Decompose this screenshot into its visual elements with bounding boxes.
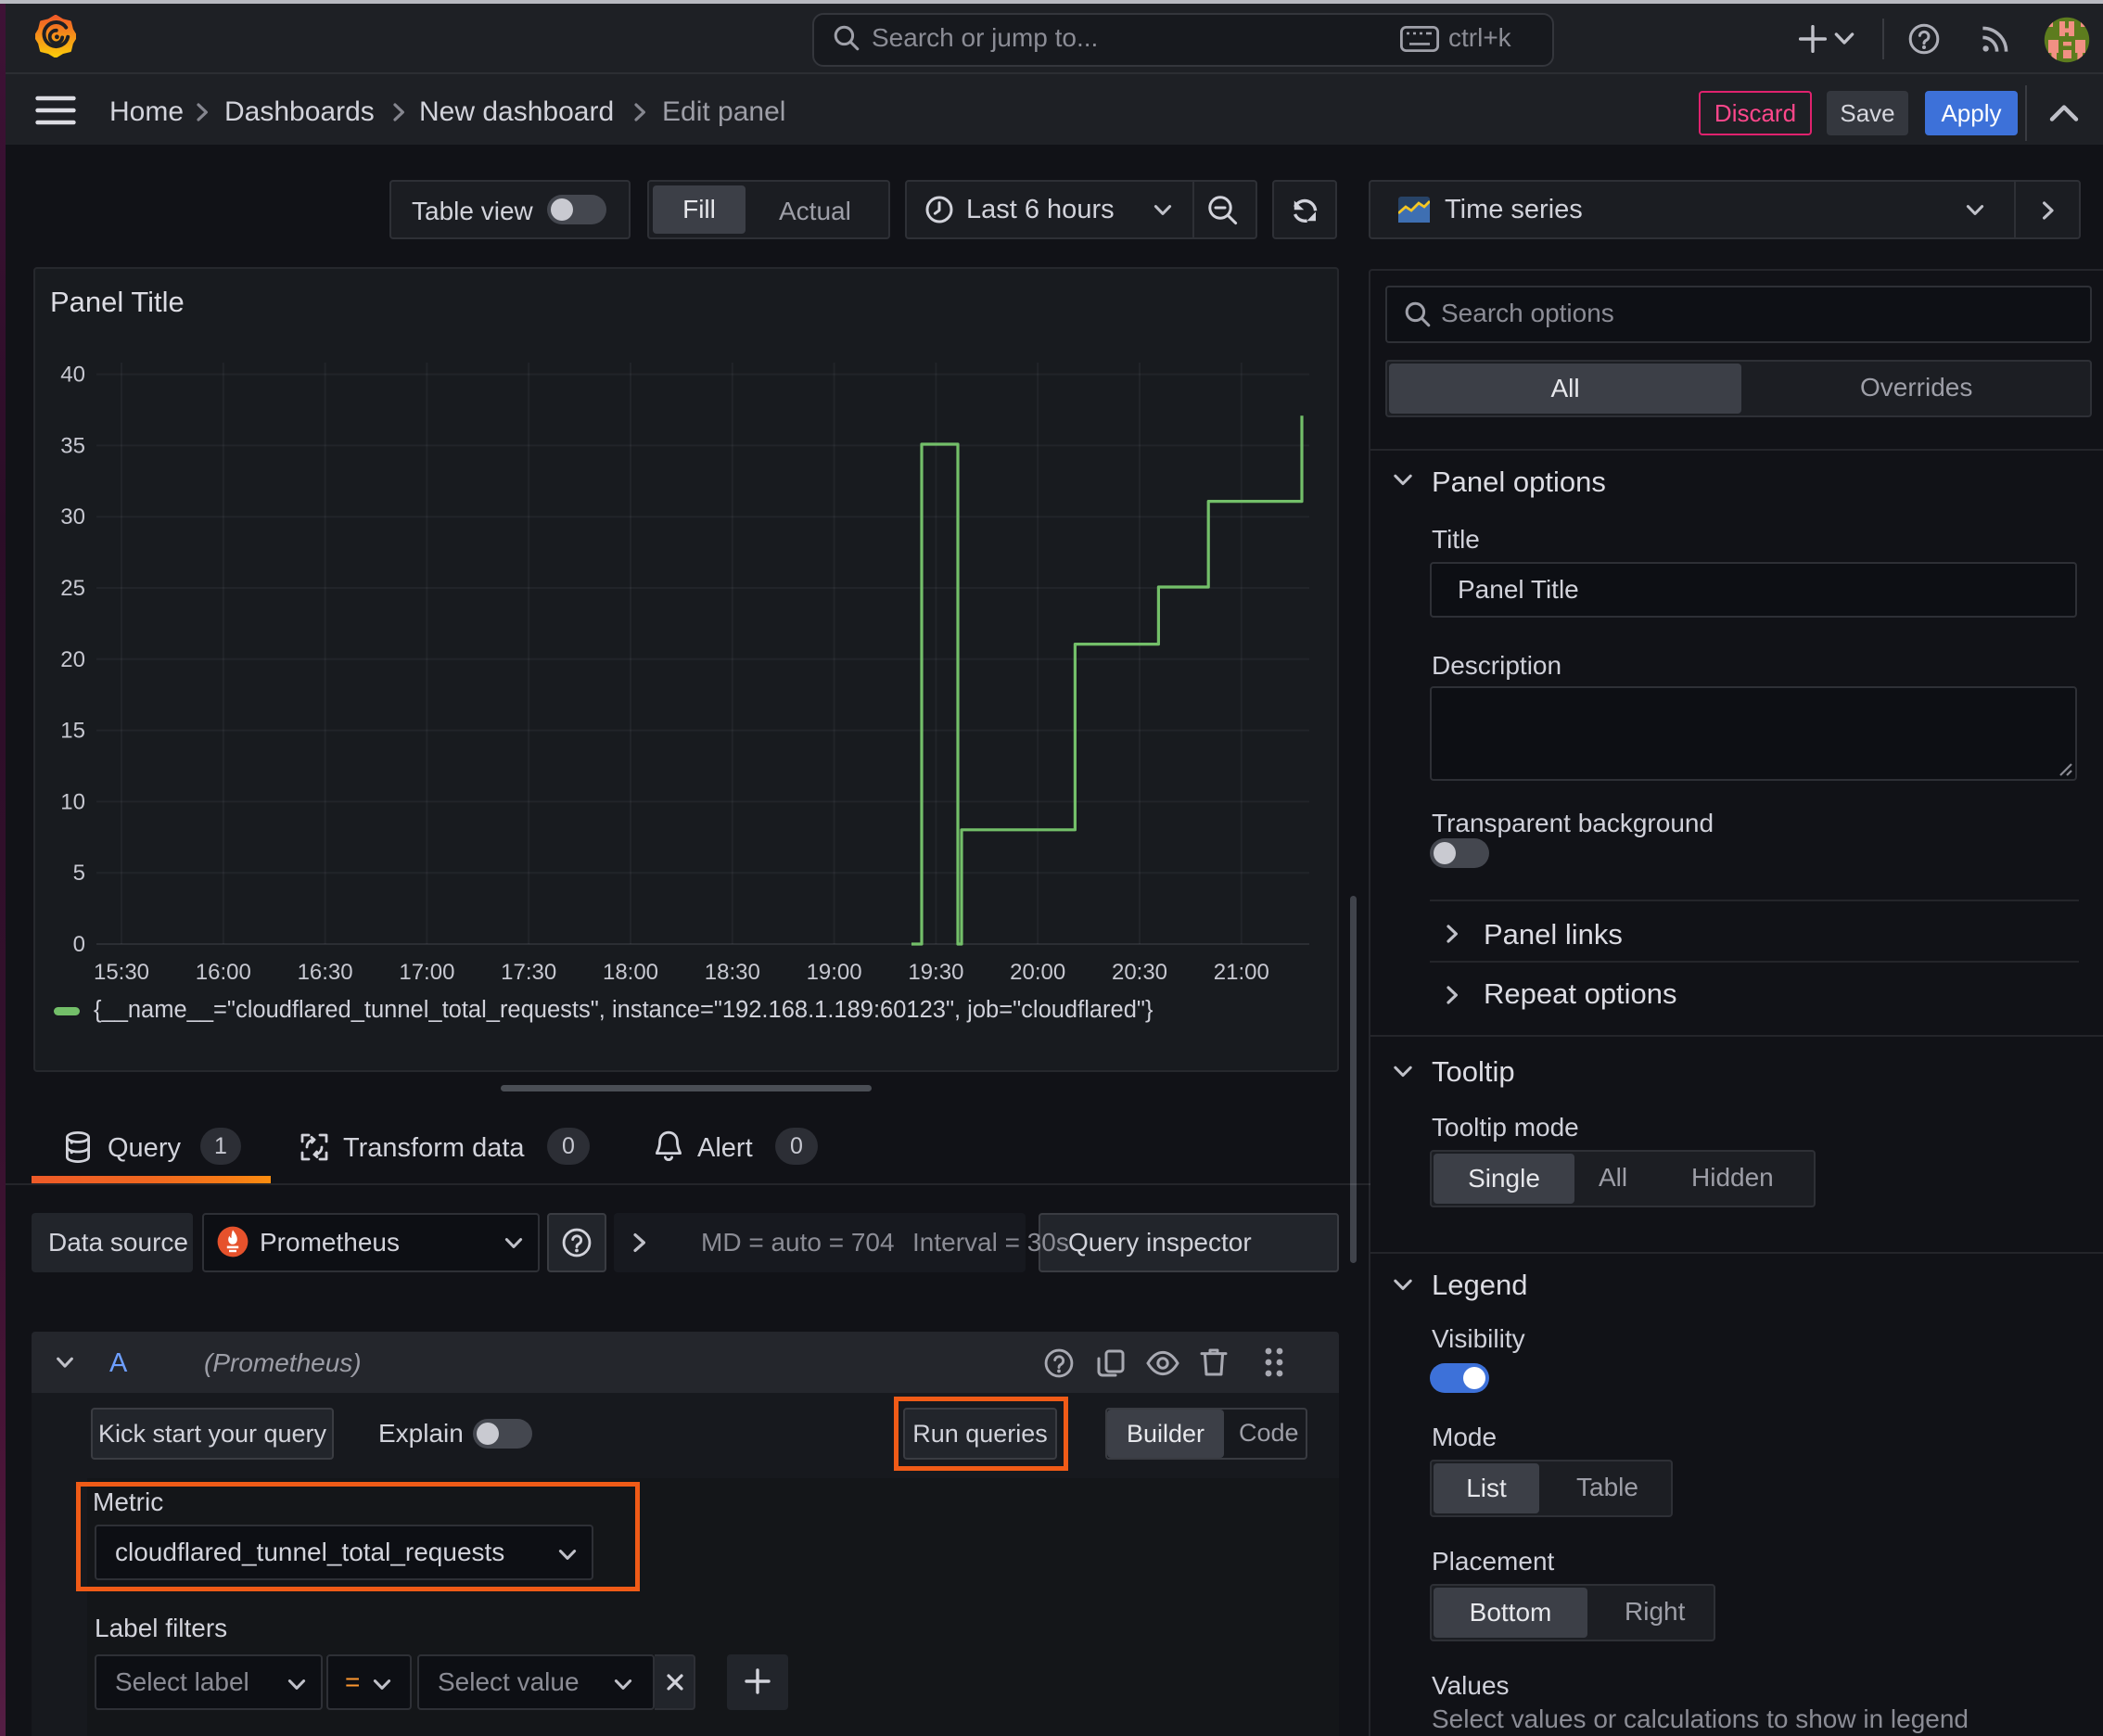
svg-text:25: 25 [60, 576, 85, 601]
svg-text:16:00: 16:00 [196, 960, 251, 985]
svg-text:0: 0 [73, 932, 85, 957]
svg-text:40: 40 [60, 363, 85, 388]
svg-text:10: 10 [60, 789, 85, 814]
svg-text:15:30: 15:30 [94, 960, 149, 985]
svg-text:5: 5 [73, 861, 85, 886]
svg-text:20:00: 20:00 [1010, 960, 1065, 985]
svg-text:35: 35 [60, 433, 85, 458]
svg-text:18:30: 18:30 [705, 960, 760, 985]
svg-text:30: 30 [60, 504, 85, 530]
svg-text:19:30: 19:30 [908, 960, 963, 985]
svg-text:17:00: 17:00 [399, 960, 454, 985]
svg-text:16:30: 16:30 [298, 960, 353, 985]
svg-text:19:00: 19:00 [807, 960, 862, 985]
svg-text:18:00: 18:00 [603, 960, 658, 985]
svg-text:20:30: 20:30 [1112, 960, 1167, 985]
svg-text:17:30: 17:30 [501, 960, 556, 985]
svg-text:15: 15 [60, 719, 85, 744]
svg-text:21:00: 21:00 [1214, 960, 1269, 985]
svg-text:20: 20 [60, 647, 85, 672]
